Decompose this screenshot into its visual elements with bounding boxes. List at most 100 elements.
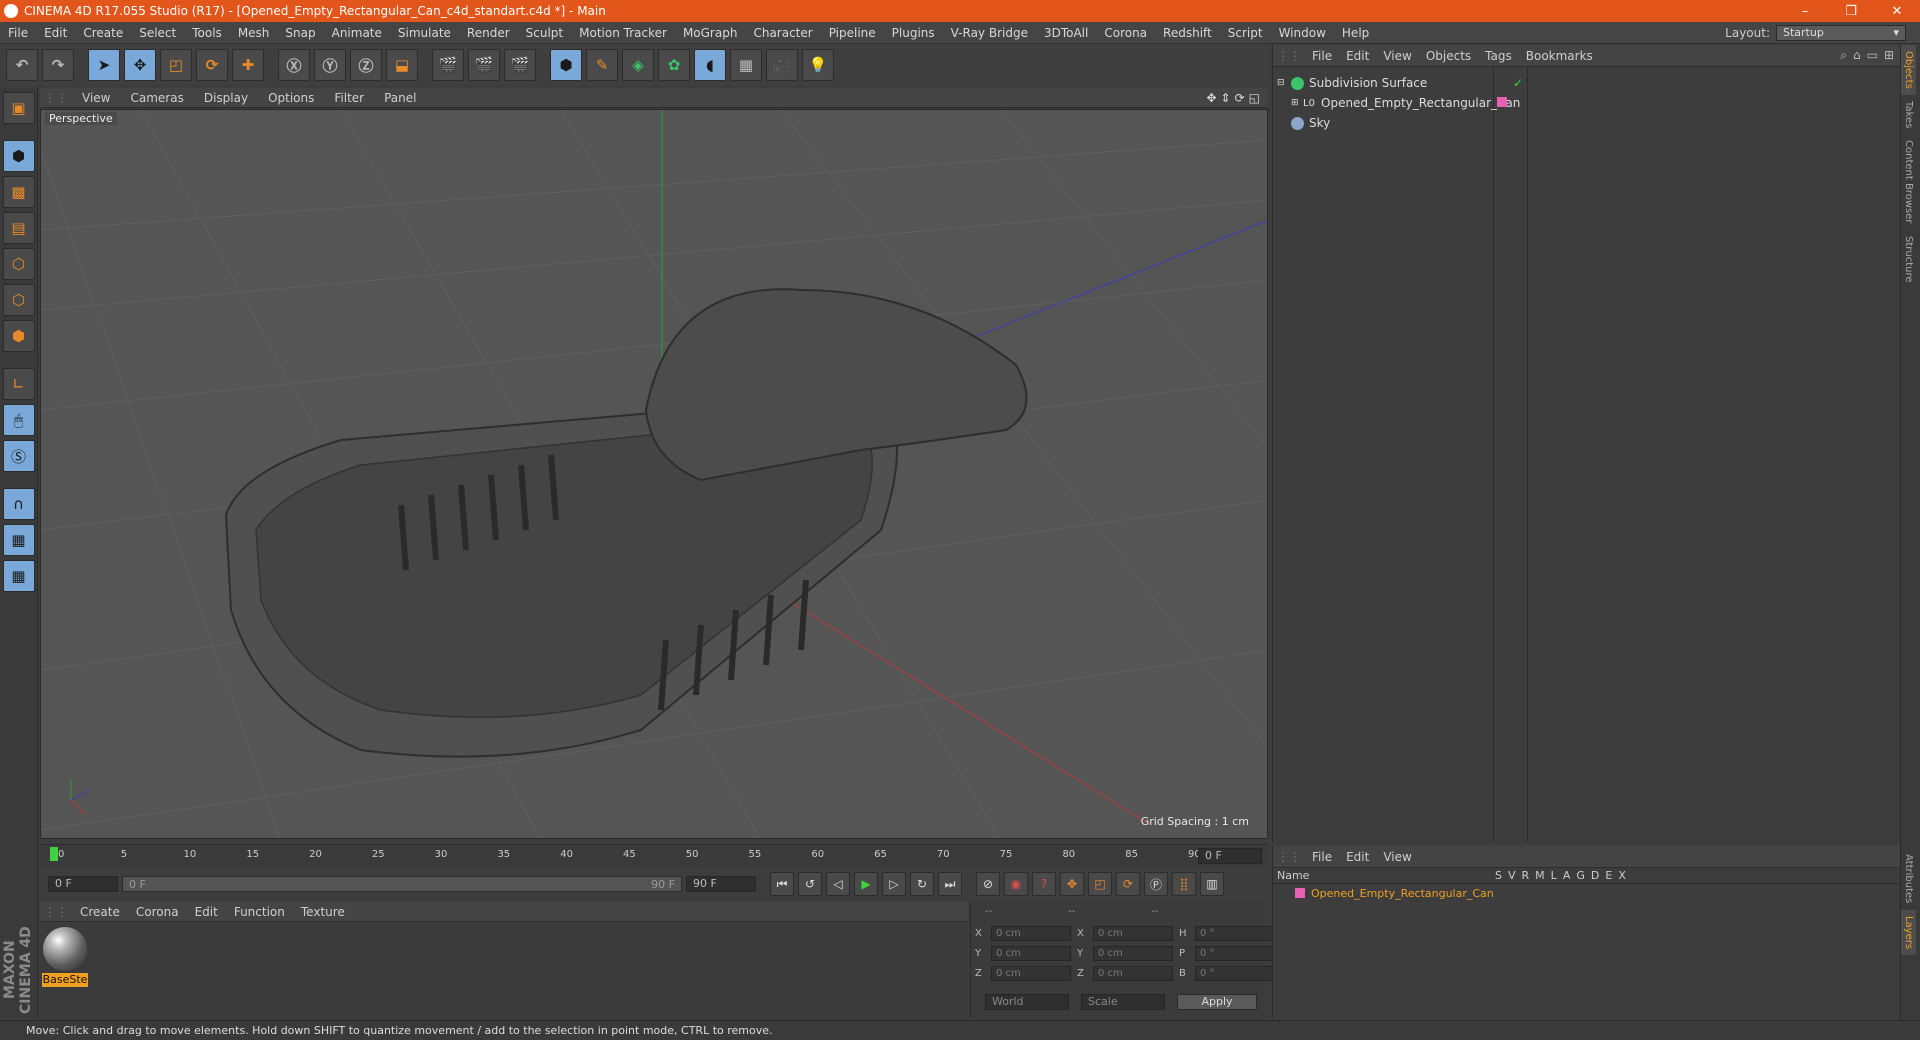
undo-button[interactable]: ↶ xyxy=(6,49,38,81)
go-to-start-button[interactable]: ⏮ xyxy=(770,872,794,896)
menu-mograph[interactable]: MoGraph xyxy=(675,26,746,40)
key-parameter-button[interactable]: Ⓟ xyxy=(1144,872,1168,896)
magnet-button[interactable]: ∩ xyxy=(2,488,35,520)
material-name[interactable]: BaseSte xyxy=(42,973,88,987)
pan-icon[interactable]: ✥ xyxy=(1206,91,1216,105)
objects-menu-edit[interactable]: Edit xyxy=(1339,49,1376,63)
expand-toggle-icon[interactable]: ⊞ xyxy=(1291,98,1299,108)
range-slider[interactable]: 0 F 90 F xyxy=(122,876,682,892)
next-frame-button[interactable]: ▷ xyxy=(882,872,906,896)
menu-plugins[interactable]: Plugins xyxy=(884,26,943,40)
workplane-mode-button[interactable]: ▤ xyxy=(2,212,35,244)
menu-render[interactable]: Render xyxy=(459,26,518,40)
render-picture-viewer-button[interactable]: 🎬 xyxy=(468,49,500,81)
menu-redshift[interactable]: Redshift xyxy=(1155,26,1220,40)
make-editable-button[interactable]: ▣ xyxy=(2,92,35,124)
layers-menu-view[interactable]: View xyxy=(1376,850,1418,864)
tab-content-browser[interactable]: Content Browser xyxy=(1901,134,1916,229)
layers-menu-file[interactable]: File xyxy=(1305,850,1339,864)
rot-b-field[interactable]: 0 ° xyxy=(1195,966,1275,981)
pos-z-field[interactable]: 0 cm xyxy=(991,966,1071,981)
menu-corona[interactable]: Corona xyxy=(1096,26,1155,40)
material-menu-corona[interactable]: Corona xyxy=(128,905,187,919)
layout-dropdown[interactable]: Startup ▾ xyxy=(1776,24,1906,41)
material-tag-icon[interactable] xyxy=(1497,97,1507,107)
locked-workplane-button[interactable]: ▦ xyxy=(2,524,35,556)
material-menu-function[interactable]: Function xyxy=(226,905,293,919)
objects-menu-view[interactable]: View xyxy=(1376,49,1418,63)
material-menu-create[interactable]: Create xyxy=(72,905,128,919)
snap-button[interactable]: Ⓢ xyxy=(2,440,35,472)
material-preview[interactable] xyxy=(43,927,87,971)
layer-color-icon[interactable] xyxy=(1295,888,1305,898)
home-icon[interactable]: ⌂ xyxy=(1853,48,1861,63)
objects-menu-file[interactable]: File xyxy=(1305,49,1339,63)
add-pen-button[interactable]: ✎ xyxy=(586,49,618,81)
add-deformer-button[interactable]: ◖ xyxy=(694,49,726,81)
collapse-toggle-icon[interactable]: ⊟ xyxy=(1277,78,1285,88)
add-light-button[interactable]: 💡 xyxy=(802,49,834,81)
key-position-button[interactable]: ✥ xyxy=(1060,872,1084,896)
tab-attributes[interactable]: Attributes xyxy=(1901,848,1916,909)
collapse-icon[interactable]: ▭ xyxy=(1867,48,1878,63)
menu-edit[interactable]: Edit xyxy=(36,26,75,40)
tweak-mode-button[interactable]: 🖱 xyxy=(2,404,35,436)
layers-menu-edit[interactable]: Edit xyxy=(1339,850,1376,864)
rotate-tool-button[interactable]: ⟳ xyxy=(196,49,228,81)
viewport-perspective[interactable]: Perspective Grid Spacing : 1 cm xyxy=(40,109,1268,839)
points-mode-button[interactable]: ⬡ xyxy=(2,248,35,280)
tab-objects[interactable]: Objects xyxy=(1901,45,1916,95)
prev-frame-button[interactable]: ◁ xyxy=(826,872,850,896)
search-icon[interactable]: ⌕ xyxy=(1840,48,1847,63)
menu-character[interactable]: Character xyxy=(745,26,820,40)
close-button[interactable]: ✕ xyxy=(1874,0,1920,22)
viewport-menu-display[interactable]: Display xyxy=(194,91,258,105)
checkmark-icon[interactable]: ✓ xyxy=(1513,76,1523,90)
planar-workplane-button[interactable]: ▦ xyxy=(2,560,35,592)
viewport-menu-options[interactable]: Options xyxy=(258,91,324,105)
menu-window[interactable]: Window xyxy=(1271,26,1334,40)
autokeying-button[interactable]: ◉ xyxy=(1004,872,1028,896)
menu-script[interactable]: Script xyxy=(1220,26,1271,40)
record-keys-button[interactable]: ⊘ xyxy=(976,872,1000,896)
size-x-field[interactable]: 0 cm xyxy=(1093,926,1173,941)
add-camera-button[interactable]: 🎥 xyxy=(766,49,798,81)
menu-select[interactable]: Select xyxy=(131,26,184,40)
menu-pipeline[interactable]: Pipeline xyxy=(821,26,884,40)
coordinate-system-button[interactable]: ⬓ xyxy=(386,49,418,81)
timeline-ruler[interactable]: 0 5 10 15 20 25 30 35 40 45 50 55 60 65 70 75 80 85 90 0 F xyxy=(40,844,1268,866)
live-selection-button[interactable]: ➤ xyxy=(88,49,120,81)
pos-y-field[interactable]: 0 cm xyxy=(991,946,1071,961)
size-mode-dropdown[interactable]: Scale xyxy=(1081,994,1165,1010)
texture-mode-button[interactable]: ▩ xyxy=(2,176,35,208)
play-button[interactable]: ▶ xyxy=(854,872,878,896)
viewport-menu-view[interactable]: View xyxy=(72,91,120,105)
menu-3dtoall[interactable]: 3DToAll xyxy=(1036,26,1096,40)
rot-h-field[interactable]: 0 ° xyxy=(1195,926,1275,941)
key-scale-button[interactable]: ◰ xyxy=(1088,872,1112,896)
prev-keyframe-button[interactable]: ↺ xyxy=(798,872,822,896)
menu-vray-bridge[interactable]: V-Ray Bridge xyxy=(943,26,1036,40)
axis-mode-button[interactable]: ∟ xyxy=(2,368,35,400)
model-mode-button[interactable]: ⬢ xyxy=(2,140,35,172)
material-menu-texture[interactable]: Texture xyxy=(293,905,353,919)
add-subdivision-button[interactable]: ◈ xyxy=(622,49,654,81)
start-frame-field[interactable]: 0 F xyxy=(48,876,118,892)
current-frame-field[interactable]: 0 F xyxy=(1198,848,1262,864)
render-view-button[interactable]: 🎬 xyxy=(432,49,464,81)
menu-sculpt[interactable]: Sculpt xyxy=(518,26,571,40)
rot-p-field[interactable]: 0 ° xyxy=(1195,946,1275,961)
y-axis-lock-button[interactable]: Ⓨ xyxy=(314,49,346,81)
next-keyframe-button[interactable]: ↻ xyxy=(910,872,934,896)
menu-motion-tracker[interactable]: Motion Tracker xyxy=(571,26,675,40)
apply-button[interactable]: Apply xyxy=(1177,994,1257,1010)
minimize-button[interactable]: – xyxy=(1782,0,1828,22)
toggle-view-icon[interactable]: ◱ xyxy=(1249,91,1260,105)
object-row-sky[interactable]: Sky xyxy=(1273,113,1901,133)
z-axis-lock-button[interactable]: Ⓩ xyxy=(350,49,382,81)
tab-structure[interactable]: Structure xyxy=(1901,230,1916,289)
menu-create[interactable]: Create xyxy=(75,26,131,40)
object-row-subdivision[interactable]: ⊟ Subdivision Surface ✓ xyxy=(1273,73,1901,93)
new-view-icon[interactable]: ⊞ xyxy=(1884,48,1894,63)
layer-row[interactable]: Opened_Empty_Rectangular_Can xyxy=(1273,884,1900,902)
